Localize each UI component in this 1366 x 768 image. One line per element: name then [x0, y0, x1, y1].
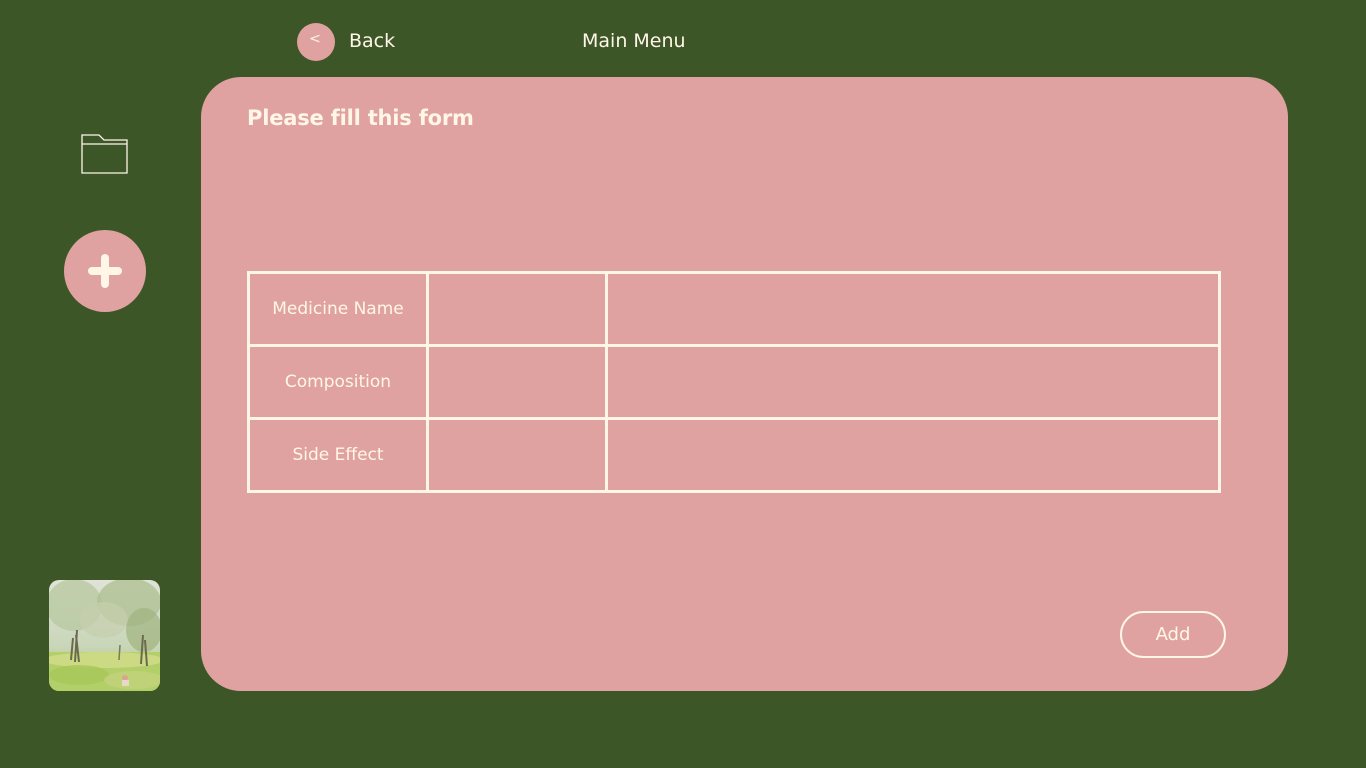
painting-thumbnail[interactable] [49, 580, 160, 691]
table-row: Composition [247, 344, 1221, 420]
add-new-button[interactable] [64, 230, 146, 312]
back-button[interactable]: < [297, 23, 335, 61]
form-panel: Please fill this form Medicine Name Comp… [201, 77, 1288, 691]
form-title: Please fill this form [247, 106, 474, 130]
side-effect-input[interactable] [429, 420, 605, 490]
composition-input[interactable] [429, 347, 605, 417]
side-effect-detail-input[interactable] [608, 420, 1218, 490]
table-row: Medicine Name [247, 271, 1221, 347]
medicine-form-table: Medicine Name Composition Side Effect [247, 271, 1221, 493]
row-label: Medicine Name [247, 271, 429, 347]
composition-detail-input[interactable] [608, 347, 1218, 417]
back-chevron-icon: < [309, 31, 321, 47]
folder-icon[interactable] [80, 132, 130, 176]
medicine-name-detail-input[interactable] [608, 274, 1218, 344]
row-label: Composition [247, 344, 429, 420]
row-label: Side Effect [247, 417, 429, 493]
medicine-name-input[interactable] [429, 274, 605, 344]
back-link[interactable]: Back [349, 30, 395, 52]
main-menu-link[interactable]: Main Menu [582, 30, 686, 52]
table-row: Side Effect [247, 417, 1221, 493]
plus-icon [88, 254, 122, 288]
add-button[interactable]: Add [1120, 611, 1226, 658]
